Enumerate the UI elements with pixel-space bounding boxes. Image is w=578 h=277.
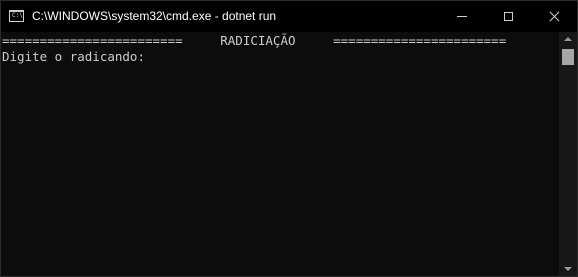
cmd-icon-text: C:\ [12, 12, 23, 19]
scroll-down-button[interactable] [559, 262, 577, 276]
console-line-prompt: Digite o radicando: [2, 49, 145, 64]
maximize-button[interactable] [485, 1, 531, 32]
window-title: C:\WINDOWS\system32\cmd.exe - dotnet run [32, 9, 277, 23]
minimize-icon [457, 16, 467, 17]
vertical-scrollbar[interactable] [559, 32, 577, 276]
cmd-icon[interactable]: C:\ [9, 10, 24, 22]
console-output[interactable]: ======================== RADICIAÇÃO ====… [1, 32, 559, 276]
close-icon [549, 11, 560, 22]
console-window: C:\ C:\WINDOWS\system32\cmd.exe - dotnet… [0, 0, 578, 277]
scroll-up-button[interactable] [559, 32, 577, 46]
title-bar[interactable]: C:\ C:\WINDOWS\system32\cmd.exe - dotnet… [1, 1, 577, 32]
maximize-icon [503, 12, 513, 21]
minimize-button[interactable] [439, 1, 485, 32]
console-line-header: ======================== RADICIAÇÃO ====… [2, 33, 507, 48]
scroll-thumb[interactable] [562, 49, 574, 65]
close-button[interactable] [531, 1, 577, 32]
scroll-up-arrow-icon [564, 37, 572, 41]
scroll-down-arrow-icon [564, 267, 572, 271]
